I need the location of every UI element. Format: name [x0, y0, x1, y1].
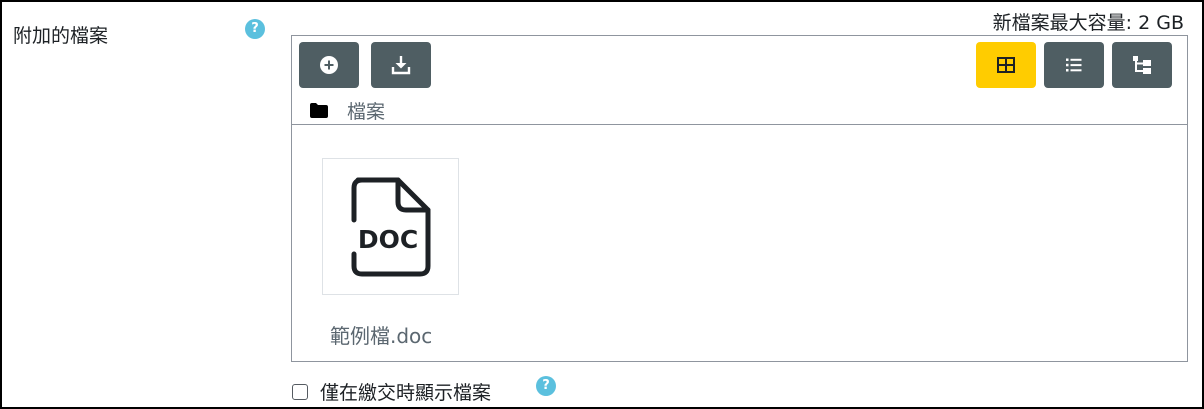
show-only-on-submit-checkbox[interactable]: [292, 383, 308, 400]
show-only-on-submit-label[interactable]: 僅在繳交時顯示檔案: [320, 378, 491, 405]
download-all-button[interactable]: [371, 42, 431, 88]
doc-icon-label: DOC: [357, 225, 417, 254]
form-row: 附加的檔案 ? 新檔案最大容量: 2 GB 檔案 DOC 範例檔.doc 僅在繳…: [0, 0, 1204, 409]
field-label: 附加的檔案: [13, 25, 109, 47]
grid-view-button[interactable]: [976, 42, 1036, 88]
grid-icon: [997, 57, 1015, 73]
download-icon: [391, 56, 411, 75]
show-only-on-submit-option: 僅在繳交時顯示檔案: [292, 378, 491, 405]
breadcrumb: 檔案: [310, 97, 385, 124]
file-manager-toolbar: 檔案: [292, 36, 1187, 125]
doc-file-icon: DOC: [351, 177, 430, 276]
tree-view-button[interactable]: [1112, 42, 1172, 88]
max-file-size: 新檔案最大容量: 2 GB: [992, 12, 1184, 34]
list-view-button[interactable]: [1044, 42, 1104, 88]
breadcrumb-folder-label[interactable]: 檔案: [347, 97, 385, 124]
plus-circle-icon: [320, 56, 338, 74]
help-icon[interactable]: ?: [245, 19, 265, 39]
file-manager: 檔案 DOC 範例檔.doc: [291, 35, 1188, 362]
add-file-button[interactable]: [299, 42, 359, 88]
folder-icon: [310, 102, 328, 118]
list-icon: [1066, 58, 1082, 72]
help-icon[interactable]: ?: [536, 376, 556, 396]
tree-icon: [1133, 56, 1151, 74]
file-thumbnail[interactable]: DOC: [322, 158, 459, 295]
file-name[interactable]: 範例檔.doc: [330, 320, 432, 349]
